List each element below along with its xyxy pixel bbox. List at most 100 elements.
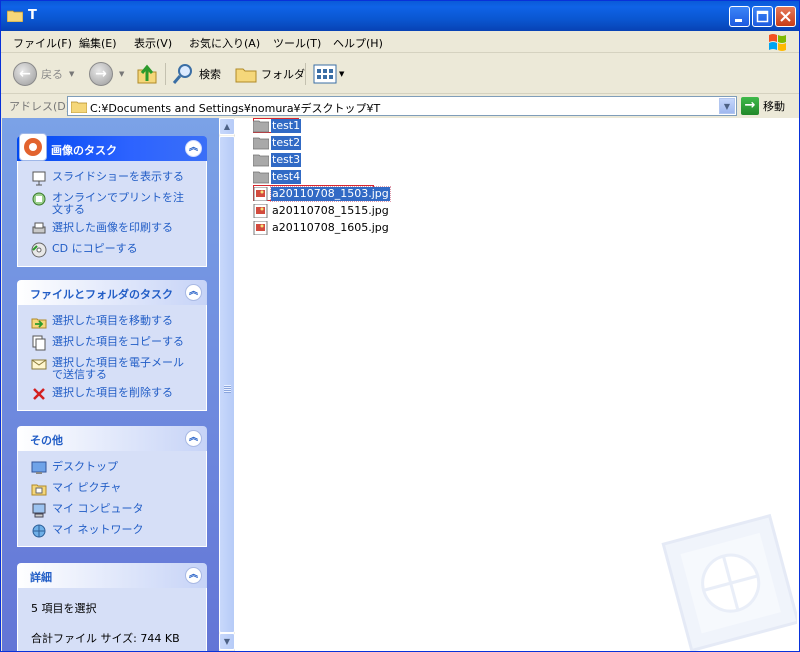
minimize-icon xyxy=(735,19,742,22)
image-tasks-panel: 画像のタスク ︽ スライドショーを表示する オンラインでプリントを注文する 選択… xyxy=(17,133,207,267)
image-tasks-title: 画像のタスク xyxy=(51,144,117,157)
close-icon xyxy=(780,11,791,22)
scroll-thumb[interactable] xyxy=(219,136,235,633)
folders-label: フォルダ xyxy=(261,68,305,81)
file-name: a20110708_1515.jpg xyxy=(272,204,389,217)
folders-button[interactable]: フォルダ xyxy=(235,61,305,87)
menu-view[interactable]: 表示(V) xyxy=(134,35,172,51)
folders-icon xyxy=(235,68,257,83)
file-tasks-body: 選択した項目を移動する 選択した項目をコピーする 選択した項目を電子メールで送信… xyxy=(17,305,207,411)
address-input[interactable]: C:¥Documents and Settings¥nomura¥デスクトップ¥… xyxy=(67,96,737,116)
scroll-down-arrow-icon[interactable]: ▼ xyxy=(219,633,235,650)
folder-icon xyxy=(7,10,23,22)
views-button[interactable]: ▼ xyxy=(313,61,344,87)
scroll-up-arrow-icon[interactable]: ▲ xyxy=(219,118,235,135)
printer-icon xyxy=(32,222,46,234)
menu-file[interactable]: ファイル(F) xyxy=(13,35,72,51)
file-name: test4 xyxy=(271,170,302,184)
other-places-header[interactable]: その他 ︽ xyxy=(17,426,207,451)
back-arrow-icon: ← xyxy=(13,62,37,86)
file-tasks-header[interactable]: ファイルとフォルダのタスク ︽ xyxy=(17,280,207,305)
views-dropdown-icon[interactable]: ▼ xyxy=(339,70,344,78)
go-button[interactable]: → 移動 xyxy=(741,96,785,116)
menu-tools[interactable]: ツール(T) xyxy=(273,35,321,51)
up-folder-button[interactable] xyxy=(135,61,159,87)
task-slideshow[interactable]: スライドショーを表示する xyxy=(18,167,206,188)
delete-icon xyxy=(33,388,45,400)
vertical-scrollbar[interactable]: ▲ ▼ xyxy=(219,118,235,651)
collapse-chevron-icon[interactable]: ︽ xyxy=(185,567,202,584)
task-order-prints[interactable]: オンラインでプリントを注文する xyxy=(18,188,206,218)
search-icon xyxy=(172,64,192,84)
list-item-image[interactable]: a20110708_1503.jpg xyxy=(253,186,391,202)
minimize-button[interactable] xyxy=(729,6,750,27)
list-item-image[interactable]: a20110708_1515.jpg xyxy=(253,203,390,219)
total-file-size: 合計ファイル サイズ: 744 KB xyxy=(31,632,180,645)
list-item-folder[interactable]: test2 xyxy=(253,135,302,151)
forward-button[interactable]: → ▼ xyxy=(89,61,124,87)
task-move[interactable]: 選択した項目を移動する xyxy=(18,311,206,332)
my-computer-icon xyxy=(32,503,46,518)
place-label: デスクトップ xyxy=(52,460,118,473)
details-header[interactable]: 詳細 ︽ xyxy=(17,563,207,588)
collapse-chevron-icon[interactable]: ︽ xyxy=(185,140,202,157)
other-places-title: その他 xyxy=(30,434,63,447)
menu-edit[interactable]: 編集(E) xyxy=(79,35,117,51)
task-label: オンラインでプリントを注文する xyxy=(52,191,184,216)
place-my-computer[interactable]: マイ コンピュータ xyxy=(18,499,206,520)
menu-bar: ファイル(F) 編集(E) 表示(V) お気に入り(A) ツール(T) ヘルプ(… xyxy=(1,31,799,53)
collapse-chevron-icon[interactable]: ︽ xyxy=(185,284,202,301)
email-icon xyxy=(31,359,47,370)
other-places-body: デスクトップ マイ ピクチャ マイ コンピュータ マイ ネットワーク xyxy=(17,451,207,547)
place-my-network[interactable]: マイ ネットワーク xyxy=(18,520,206,541)
maximize-button[interactable] xyxy=(752,6,773,27)
folder-icon xyxy=(253,154,269,167)
cd-icon xyxy=(31,242,47,258)
list-item-folder[interactable]: test3 xyxy=(253,152,302,168)
address-dropdown-icon[interactable]: ▼ xyxy=(719,98,735,114)
task-label: スライドショーを表示する xyxy=(52,170,184,183)
list-item-image[interactable]: a20110708_1605.jpg xyxy=(253,220,390,236)
selection-count: 5 項目を選択 xyxy=(31,602,97,615)
file-name: test2 xyxy=(271,136,302,150)
file-list-view[interactable]: ▲ ▼ test1 test2 test3 test4 a20110708_15… xyxy=(219,118,799,651)
toolbar-separator xyxy=(305,63,306,85)
my-network-icon xyxy=(32,524,46,538)
place-my-pictures[interactable]: マイ ピクチャ xyxy=(18,478,206,499)
folder-icon xyxy=(253,120,269,133)
menu-favorites[interactable]: お気に入り(A) xyxy=(189,35,260,51)
folder-icon xyxy=(71,101,87,113)
address-bar: アドレス(D) C:¥Documents and Settings¥nomura… xyxy=(1,94,799,117)
file-name: test3 xyxy=(271,153,302,167)
file-name: a20110708_1605.jpg xyxy=(272,221,389,234)
back-dropdown-icon[interactable]: ▼ xyxy=(69,70,74,78)
toolbar-separator xyxy=(165,63,166,85)
close-button[interactable] xyxy=(775,6,796,27)
grip-icon xyxy=(224,385,231,393)
task-email[interactable]: 選択した項目を電子メールで送信する xyxy=(18,353,206,383)
address-label: アドレス(D) xyxy=(9,100,71,113)
list-item-folder[interactable]: test1 xyxy=(253,118,302,134)
forward-arrow-icon: → xyxy=(89,62,113,86)
task-pane: 画像のタスク ︽ スライドショーを表示する オンラインでプリントを注文する 選択… xyxy=(2,118,219,651)
task-label: 選択した項目を削除する xyxy=(52,386,173,399)
task-print-images[interactable]: 選択した画像を印刷する xyxy=(18,218,206,239)
place-desktop[interactable]: デスクトップ xyxy=(18,457,206,478)
image-tasks-header[interactable]: 画像のタスク ︽ xyxy=(17,133,207,161)
menu-help[interactable]: ヘルプ(H) xyxy=(333,35,383,51)
task-delete[interactable]: 選択した項目を削除する xyxy=(18,383,206,404)
list-item-folder[interactable]: test4 xyxy=(253,169,302,185)
go-arrow-icon: → xyxy=(741,97,759,115)
copy-icon xyxy=(32,335,46,351)
forward-dropdown-icon[interactable]: ▼ xyxy=(119,70,124,78)
collapse-chevron-icon[interactable]: ︽ xyxy=(185,430,202,447)
file-name: a20110708_1503.jpg xyxy=(270,186,391,202)
search-button[interactable]: 検索 xyxy=(171,61,221,87)
task-copy[interactable]: 選択した項目をコピーする xyxy=(18,332,206,353)
explorer-window: T ファイル(F) 編集(E) 表示(V) お気に入り(A) ツール(T) ヘル… xyxy=(0,0,800,652)
title-bar[interactable]: T xyxy=(1,1,799,31)
back-button[interactable]: ← 戻る ▼ xyxy=(13,61,74,87)
task-copy-to-cd[interactable]: CD にコピーする xyxy=(18,239,206,260)
window-title: T xyxy=(28,8,37,23)
task-label: CD にコピーする xyxy=(52,242,138,255)
